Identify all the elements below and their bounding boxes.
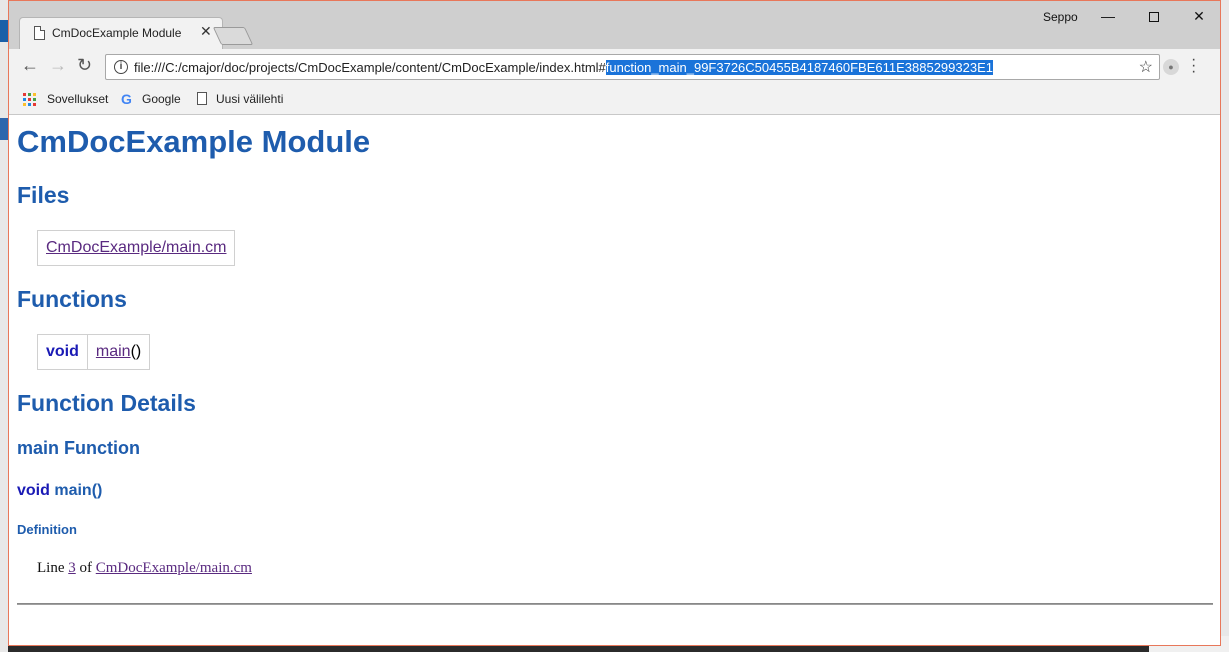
address-bar[interactable]: i file:///C:/cmajor/doc/projects/CmDocEx…	[105, 54, 1160, 80]
close-icon[interactable]: ✕	[200, 23, 212, 40]
bookmarks-bar: Sovellukset G Google Uusi välilehti	[9, 85, 1220, 115]
line-prefix: Line	[37, 560, 65, 576]
window-close-button[interactable]: ✕	[1176, 1, 1220, 31]
function-params: ()	[130, 343, 142, 360]
signature-keyword: void	[17, 482, 50, 499]
extension-icon[interactable]: ●	[1163, 59, 1179, 75]
desktop-left-edge	[0, 0, 8, 652]
maximize-icon	[1149, 12, 1159, 23]
apps-grid-icon	[23, 93, 37, 107]
maximize-button[interactable]	[1131, 1, 1177, 31]
desktop-right-edge	[1221, 0, 1229, 652]
forward-arrow-icon[interactable]: →	[49, 55, 67, 76]
info-icon[interactable]: i	[114, 60, 128, 74]
file-link[interactable]: CmDocExample/main.cm	[46, 239, 226, 256]
of-text: of	[79, 560, 93, 576]
minimize-button[interactable]: —	[1085, 1, 1131, 31]
page-icon	[34, 26, 45, 40]
google-icon: G	[121, 91, 132, 107]
definition-line: Line 3 of CmDocExample/main.cm	[37, 560, 252, 577]
page-content: CmDocExample Module Files CmDocExample/m…	[9, 116, 1220, 645]
function-link[interactable]: main	[96, 343, 131, 360]
back-arrow-icon[interactable]: ←	[21, 55, 39, 76]
page-icon	[197, 92, 207, 105]
bookmark-new-tab[interactable]: Uusi välilehti	[216, 92, 283, 106]
reload-icon[interactable]: ↻	[77, 55, 92, 76]
browser-window: CmDocExample Module ✕ Seppo — ✕ ← → ↻ i …	[8, 0, 1221, 646]
files-heading: Files	[17, 182, 70, 208]
line-number-link[interactable]: 3	[68, 560, 76, 576]
bookmark-google[interactable]: Google	[142, 92, 181, 106]
url-fragment-selected: function_main_99F3726C50455B4187460FBE61…	[605, 60, 993, 75]
desktop-icon-fragment	[0, 20, 8, 42]
horizontal-rule	[17, 603, 1213, 605]
browser-toolbar: ← → ↻ i file:///C:/cmajor/doc/projects/C…	[9, 49, 1220, 85]
url-base: file:///C:/cmajor/doc/projects/CmDocExam…	[134, 60, 606, 75]
function-heading: main Function	[17, 438, 140, 458]
menu-icon[interactable]: · · ·	[1191, 52, 1196, 80]
star-icon[interactable]: ☆	[1139, 57, 1153, 77]
functions-table: void main()	[37, 334, 151, 370]
profile-name[interactable]: Seppo	[1043, 10, 1078, 24]
functions-heading: Functions	[17, 286, 127, 312]
signature-name: main()	[54, 482, 103, 499]
definition-file-link[interactable]: CmDocExample/main.cm	[96, 560, 252, 576]
url-text[interactable]: file:///C:/cmajor/doc/projects/CmDocExam…	[134, 60, 993, 75]
tab-title: CmDocExample Module	[52, 26, 182, 40]
function-signature: void main()	[17, 482, 102, 500]
function-return-type: void	[46, 343, 79, 360]
files-table: CmDocExample/main.cm	[37, 230, 236, 266]
definition-heading: Definition	[17, 522, 77, 537]
desktop-icon-fragment-2	[0, 118, 8, 140]
page-title: CmDocExample Module	[17, 124, 371, 159]
tab-strip: CmDocExample Module ✕ Seppo — ✕	[9, 1, 1220, 49]
files-cell: CmDocExample/main.cm	[38, 231, 234, 265]
function-signature-cell: main()	[86, 335, 149, 369]
bookmark-apps[interactable]: Sovellukset	[47, 92, 108, 106]
tab-active[interactable]: CmDocExample Module ✕	[19, 17, 223, 49]
function-details-heading: Function Details	[17, 390, 196, 416]
